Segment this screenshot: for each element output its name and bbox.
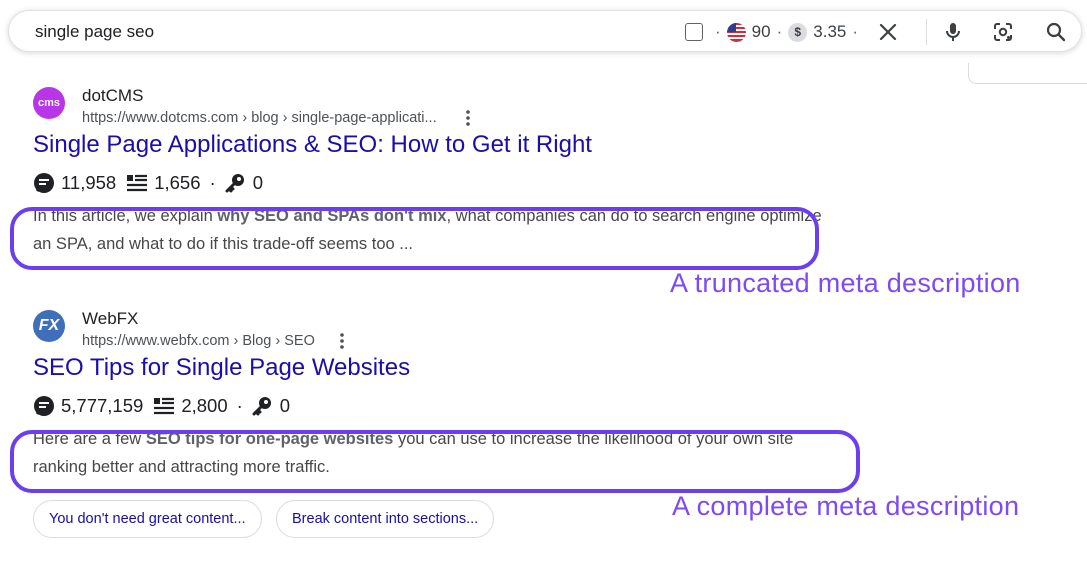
dotcms-favicon-icon[interactable]: cms [33, 87, 65, 119]
truncated-highlight-box [10, 207, 819, 270]
lens-icon[interactable] [991, 20, 1015, 44]
separator-dot: · [776, 22, 783, 41]
dollar-coin-icon: $ [788, 22, 808, 42]
search-icon[interactable] [1044, 20, 1068, 44]
checkbox-icon[interactable] [685, 23, 703, 41]
separator-dot: · [236, 395, 243, 416]
seo-metrics: 11,958 1,656 · 0 [33, 172, 263, 194]
site-name[interactable]: dotCMS [82, 86, 143, 106]
favicon-text: FX [38, 317, 60, 334]
site-name[interactable]: WebFX [82, 309, 138, 329]
metric-words: 1,656 [154, 172, 201, 193]
search-input[interactable] [35, 22, 595, 42]
metric-words: 2,800 [181, 395, 228, 416]
metric-views: 5,777,159 [61, 395, 144, 416]
key-icon [252, 397, 271, 416]
sitelink-chip[interactable]: You don't need great content... [33, 500, 262, 538]
kebab-menu-icon[interactable] [337, 332, 347, 351]
words-icon [127, 174, 148, 192]
mic-icon[interactable] [941, 20, 965, 44]
search-bar-divider [926, 19, 927, 45]
metric-keys: 0 [252, 172, 263, 193]
favicon-text: cms [37, 97, 61, 109]
seo-extension-bar: · 90 · $ 3.35 · [685, 21, 864, 43]
separator-dot: · [852, 22, 859, 41]
sitelink-chip[interactable]: Break content into sections... [276, 500, 495, 538]
result-title-link[interactable]: SEO Tips for Single Page Websites [33, 354, 410, 382]
separator-dot: · [209, 172, 216, 193]
metric-views: 11,958 [61, 172, 117, 193]
close-icon[interactable] [877, 21, 899, 43]
result-title-link[interactable]: Single Page Applications & SEO: How to G… [33, 131, 592, 159]
truncated-annotation: A truncated meta description [670, 268, 1021, 298]
side-panel-edge [968, 63, 1087, 84]
metric-keys: 0 [279, 395, 291, 416]
site-url[interactable]: https://www.webfx.com › Blog › SEO [82, 333, 315, 349]
kebab-menu-icon[interactable] [463, 109, 473, 128]
complete-highlight-box [10, 430, 860, 493]
us-flag-icon [726, 22, 746, 42]
views-icon [34, 396, 54, 416]
webfx-favicon-icon[interactable]: FX [33, 310, 65, 342]
complete-annotation: A complete meta description [672, 491, 1020, 521]
separator-dot: · [715, 22, 721, 41]
coin-value: 3.35 [813, 22, 847, 41]
views-icon [34, 173, 54, 193]
search-bar: · 90 · $ 3.35 · [8, 10, 1082, 52]
seo-metrics: 5,777,159 2,800 · 0 [33, 395, 290, 417]
words-icon [154, 397, 175, 415]
flag-value: 90 [751, 22, 771, 41]
site-url[interactable]: https://www.dotcms.com › blog › single-p… [82, 110, 437, 126]
key-icon [225, 174, 244, 193]
